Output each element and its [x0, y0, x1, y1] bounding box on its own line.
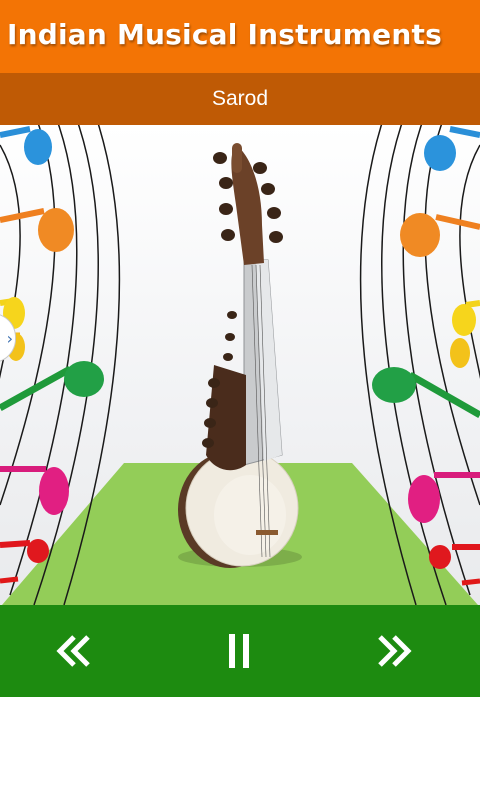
- chevron-right-icon: ›: [6, 328, 13, 348]
- empty-footer-area: [0, 697, 480, 800]
- app-title: Indian Musical Instruments: [7, 18, 442, 51]
- app-header: Indian Musical Instruments: [0, 0, 480, 73]
- next-button[interactable]: [364, 621, 424, 681]
- pause-button[interactable]: [210, 621, 270, 681]
- double-chevron-left-icon: [56, 635, 90, 667]
- stage-background: [0, 125, 480, 605]
- playback-controls: [0, 605, 480, 697]
- instrument-name-bar: Sarod: [0, 73, 480, 125]
- sarod-image: [178, 143, 302, 568]
- instrument-stage: ›: [0, 125, 480, 605]
- instrument-name: Sarod: [211, 87, 269, 110]
- previous-button[interactable]: [44, 621, 104, 681]
- double-chevron-right-icon: [378, 635, 412, 667]
- pause-icon: [229, 634, 249, 668]
